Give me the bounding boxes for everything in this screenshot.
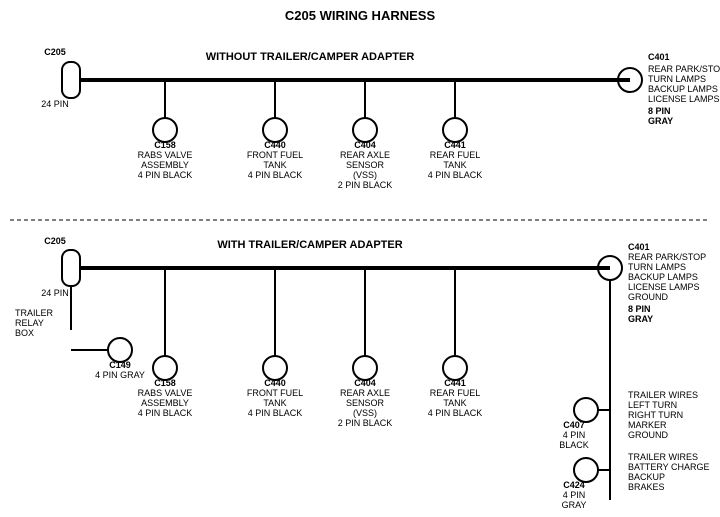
section1-left-connector [62, 62, 80, 98]
section2-left-connector [62, 250, 80, 286]
svg-text:(VSS): (VSS) [353, 170, 377, 180]
svg-text:RABS VALVE: RABS VALVE [138, 388, 193, 398]
svg-text:C441: C441 [444, 140, 466, 150]
svg-text:TANK: TANK [263, 398, 286, 408]
svg-text:SENSOR: SENSOR [346, 398, 385, 408]
svg-text:TRAILER WIRES: TRAILER WIRES [628, 452, 698, 462]
svg-text:GRAY: GRAY [648, 116, 673, 126]
section2-label: WITH TRAILER/CAMPER ADAPTER [217, 239, 402, 251]
svg-text:C205: C205 [44, 236, 66, 246]
svg-text:4 PIN BLACK: 4 PIN BLACK [428, 170, 483, 180]
svg-text:4 PIN BLACK: 4 PIN BLACK [428, 408, 483, 418]
s2-c441-connector [443, 356, 467, 380]
svg-text:C158: C158 [154, 140, 176, 150]
section1-label: WITHOUT TRAILER/CAMPER ADAPTER [206, 51, 415, 63]
svg-text:4 PIN BLACK: 4 PIN BLACK [138, 408, 193, 418]
svg-text:8 PIN: 8 PIN [648, 106, 671, 116]
svg-text:FRONT FUEL: FRONT FUEL [247, 388, 303, 398]
svg-text:BRAKES: BRAKES [628, 482, 665, 492]
s1-c441-connector [443, 118, 467, 142]
svg-text:24 PIN: 24 PIN [41, 288, 69, 298]
svg-text:4 PIN: 4 PIN [563, 430, 586, 440]
svg-text:TANK: TANK [263, 160, 286, 170]
s1-c440-connector [263, 118, 287, 142]
svg-text:ASSEMBLY: ASSEMBLY [141, 160, 189, 170]
svg-text:FRONT FUEL: FRONT FUEL [247, 150, 303, 160]
svg-text:RELAY: RELAY [15, 318, 44, 328]
svg-text:RABS VALVE: RABS VALVE [138, 150, 193, 160]
svg-text:8 PIN: 8 PIN [628, 304, 651, 314]
svg-text:C404: C404 [354, 140, 376, 150]
svg-text:RIGHT TURN: RIGHT TURN [628, 410, 683, 420]
svg-text:REAR PARK/STOP: REAR PARK/STOP [648, 64, 720, 74]
svg-text:GRAY: GRAY [628, 314, 653, 324]
svg-text:REAR AXLE: REAR AXLE [340, 388, 390, 398]
svg-text:4 PIN GRAY: 4 PIN GRAY [95, 370, 145, 380]
svg-text:2 PIN BLACK: 2 PIN BLACK [338, 180, 393, 190]
svg-text:TRAILER WIRES: TRAILER WIRES [628, 390, 698, 400]
svg-text:LEFT TURN: LEFT TURN [628, 400, 677, 410]
svg-text:C441: C441 [444, 378, 466, 388]
svg-text:SENSOR: SENSOR [346, 160, 385, 170]
s2-c404-connector [353, 356, 377, 380]
s1-c404-connector [353, 118, 377, 142]
svg-text:TURN LAMPS: TURN LAMPS [648, 74, 706, 84]
svg-text:2 PIN BLACK: 2 PIN BLACK [338, 418, 393, 428]
svg-text:C440: C440 [264, 140, 286, 150]
svg-text:BLACK: BLACK [559, 440, 589, 450]
s1-c158-connector [153, 118, 177, 142]
svg-text:BACKUP: BACKUP [628, 472, 665, 482]
svg-text:TANK: TANK [443, 160, 466, 170]
svg-text:LICENSE LAMPS: LICENSE LAMPS [628, 282, 700, 292]
s2-c440-connector [263, 356, 287, 380]
svg-text:C401: C401 [648, 52, 670, 62]
svg-text:ASSEMBLY: ASSEMBLY [141, 398, 189, 408]
svg-text:C401: C401 [628, 242, 650, 252]
svg-text:TURN LAMPS: TURN LAMPS [628, 262, 686, 272]
svg-text:24 PIN: 24 PIN [41, 99, 69, 109]
page-title: C205 WIRING HARNESS [285, 8, 436, 23]
svg-text:4 PIN BLACK: 4 PIN BLACK [248, 170, 303, 180]
svg-text:GROUND: GROUND [628, 292, 668, 302]
svg-text:C149: C149 [109, 360, 131, 370]
s2-c424-connector [574, 458, 598, 482]
svg-text:GROUND: GROUND [628, 430, 668, 440]
svg-text:REAR FUEL: REAR FUEL [430, 388, 481, 398]
svg-text:4 PIN BLACK: 4 PIN BLACK [138, 170, 193, 180]
s2-c149-connector [108, 338, 132, 362]
svg-text:BACKUP LAMPS: BACKUP LAMPS [648, 84, 718, 94]
svg-text:4 PIN BLACK: 4 PIN BLACK [248, 408, 303, 418]
svg-text:MARKER: MARKER [628, 420, 667, 430]
svg-text:C158: C158 [154, 378, 176, 388]
wiring-diagram: C205 WIRING HARNESS WITHOUT TRAILER/CAMP… [0, 0, 720, 517]
svg-text:BATTERY CHARGE: BATTERY CHARGE [628, 462, 710, 472]
svg-text:(VSS): (VSS) [353, 408, 377, 418]
svg-text:REAR PARK/STOP: REAR PARK/STOP [628, 252, 706, 262]
svg-text:REAR AXLE: REAR AXLE [340, 150, 390, 160]
svg-text:BACKUP LAMPS: BACKUP LAMPS [628, 272, 698, 282]
svg-text:LICENSE LAMPS: LICENSE LAMPS [648, 94, 720, 104]
svg-text:C424: C424 [563, 480, 585, 490]
svg-text:GRAY: GRAY [562, 500, 587, 510]
svg-text:BOX: BOX [15, 328, 34, 338]
svg-text:C404: C404 [354, 378, 376, 388]
s2-c407-connector [574, 398, 598, 422]
svg-text:4 PIN: 4 PIN [563, 490, 586, 500]
svg-text:TRAILER: TRAILER [15, 308, 54, 318]
svg-text:C407: C407 [563, 420, 585, 430]
svg-text:C440: C440 [264, 378, 286, 388]
svg-text:REAR FUEL: REAR FUEL [430, 150, 481, 160]
svg-text:TANK: TANK [443, 398, 466, 408]
s2-c158-connector [153, 356, 177, 380]
svg-text:C205: C205 [44, 47, 66, 57]
